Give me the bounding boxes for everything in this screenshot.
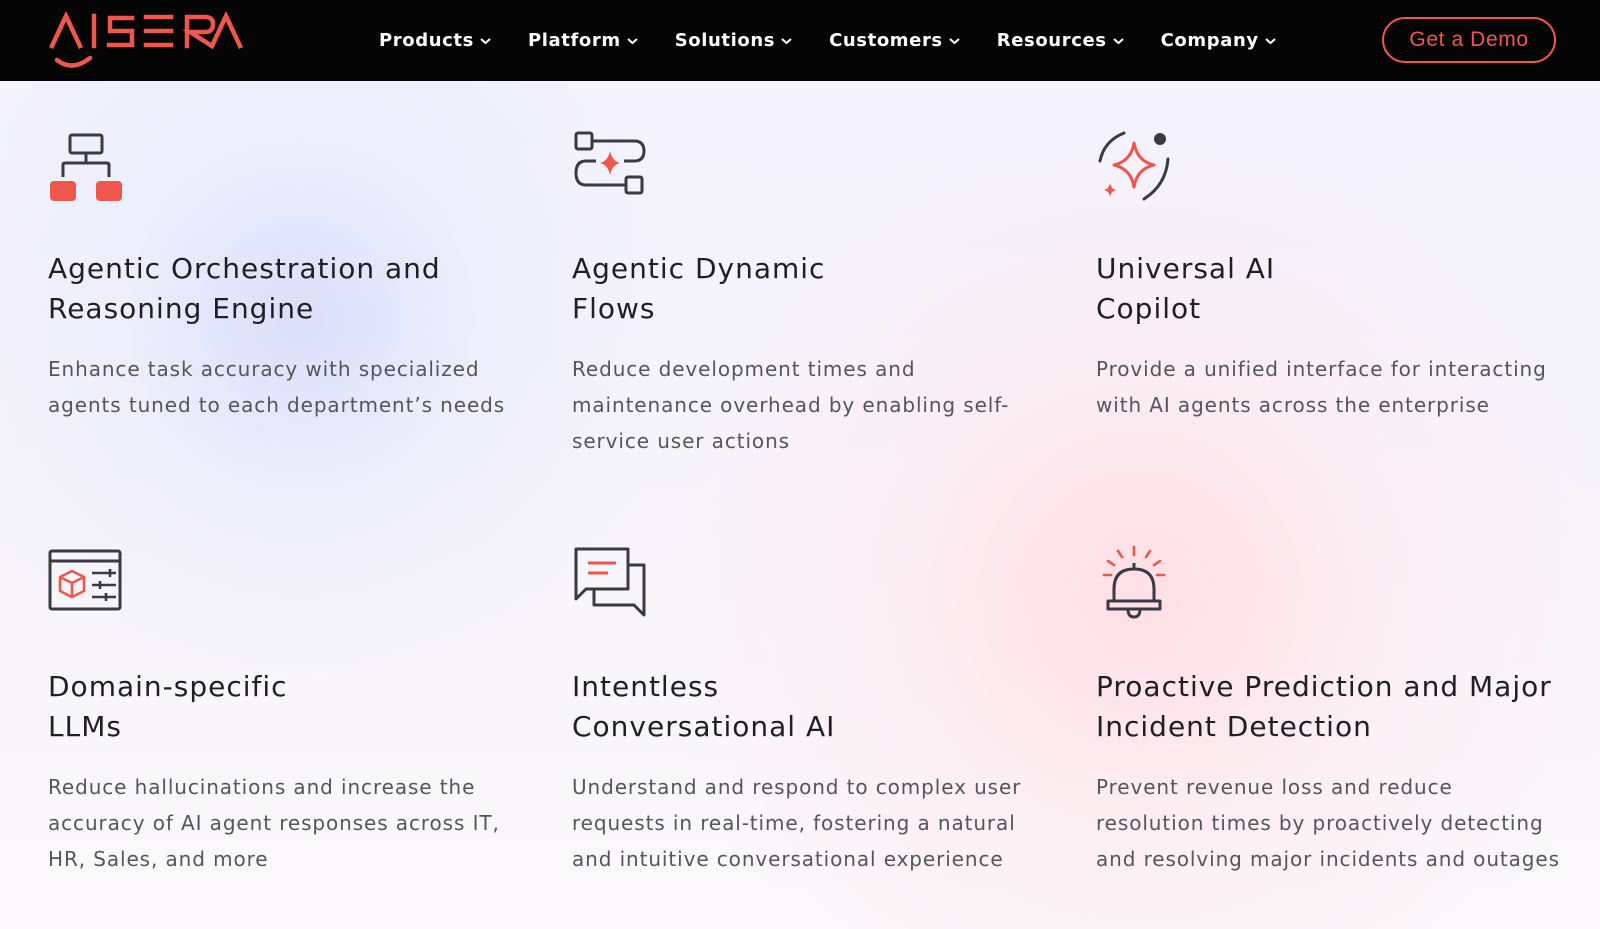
get-a-demo-button[interactable]: Get a Demo (1382, 17, 1556, 63)
feature-title: Domain-specific LLMs (48, 670, 288, 743)
nav-label: Customers (829, 30, 943, 51)
main-nav: Products Platform Solutions Customers Re… (379, 0, 1313, 81)
feature-title: Agentic Dynamic Flows (572, 252, 826, 325)
feature-title: Universal AI Copilot (1096, 252, 1276, 325)
feature-title: Intentless Conversational AI (572, 670, 836, 743)
chevron-down-icon (1265, 37, 1276, 44)
feature-title: Agentic Orchestration and Reasoning Engi… (48, 252, 441, 325)
chat-bubbles-icon (574, 547, 646, 617)
feature-card-dynamic-flows: Agentic Dynamic Flows Reduce development… (572, 127, 1052, 459)
chevron-down-icon (480, 37, 491, 44)
chevron-down-icon (627, 37, 638, 44)
nav-label: Solutions (674, 30, 776, 51)
nav-label: Company (1160, 30, 1259, 51)
nav-customers[interactable]: Customers (829, 30, 960, 51)
feature-description: Understand and respond to complex user r… (572, 775, 1022, 871)
sparkle-icon (1098, 131, 1170, 201)
feature-title: Proactive Prediction and Major Incident … (1096, 670, 1552, 743)
aisera-logo[interactable] (48, 12, 244, 70)
chevron-down-icon (949, 37, 960, 44)
browser-cube-icon (48, 549, 122, 611)
nav-products[interactable]: Products (379, 30, 491, 51)
feature-description: Reduce development times and maintenance… (572, 357, 1010, 453)
flow-icon (574, 131, 646, 195)
feature-card-conversational-ai: Intentless Conversational AI Understand … (572, 545, 1052, 877)
feature-card-orchestration: Agentic Orchestration and Reasoning Engi… (48, 127, 528, 423)
chevron-down-icon (781, 37, 792, 44)
top-navbar: Products Platform Solutions Customers Re… (0, 0, 1600, 81)
nav-label: Products (379, 30, 474, 51)
bell-alert-icon (1102, 545, 1166, 619)
hierarchy-icon (50, 133, 122, 201)
feature-card-domain-llms: Domain-specific LLMs Reduce hallucinatio… (48, 545, 528, 877)
nav-platform[interactable]: Platform (528, 30, 638, 51)
nav-label: Platform (527, 30, 621, 51)
chevron-down-icon (1112, 37, 1124, 44)
feature-card-incident-detection: Proactive Prediction and Major Incident … (1096, 545, 1576, 877)
nav-solutions[interactable]: Solutions (675, 30, 792, 51)
nav-label: Resources (996, 30, 1107, 51)
feature-description: Provide a unified interface for interact… (1096, 357, 1547, 417)
feature-card-copilot: Universal AI Copilot Provide a unified i… (1096, 127, 1576, 423)
feature-description: Enhance task accuracy with specialized a… (48, 357, 506, 417)
nav-company[interactable]: Company (1161, 30, 1276, 51)
feature-description: Reduce hallucinations and increase the a… (48, 775, 500, 871)
feature-description: Prevent revenue loss and reduce resoluti… (1096, 775, 1560, 871)
nav-resources[interactable]: Resources (997, 30, 1124, 51)
